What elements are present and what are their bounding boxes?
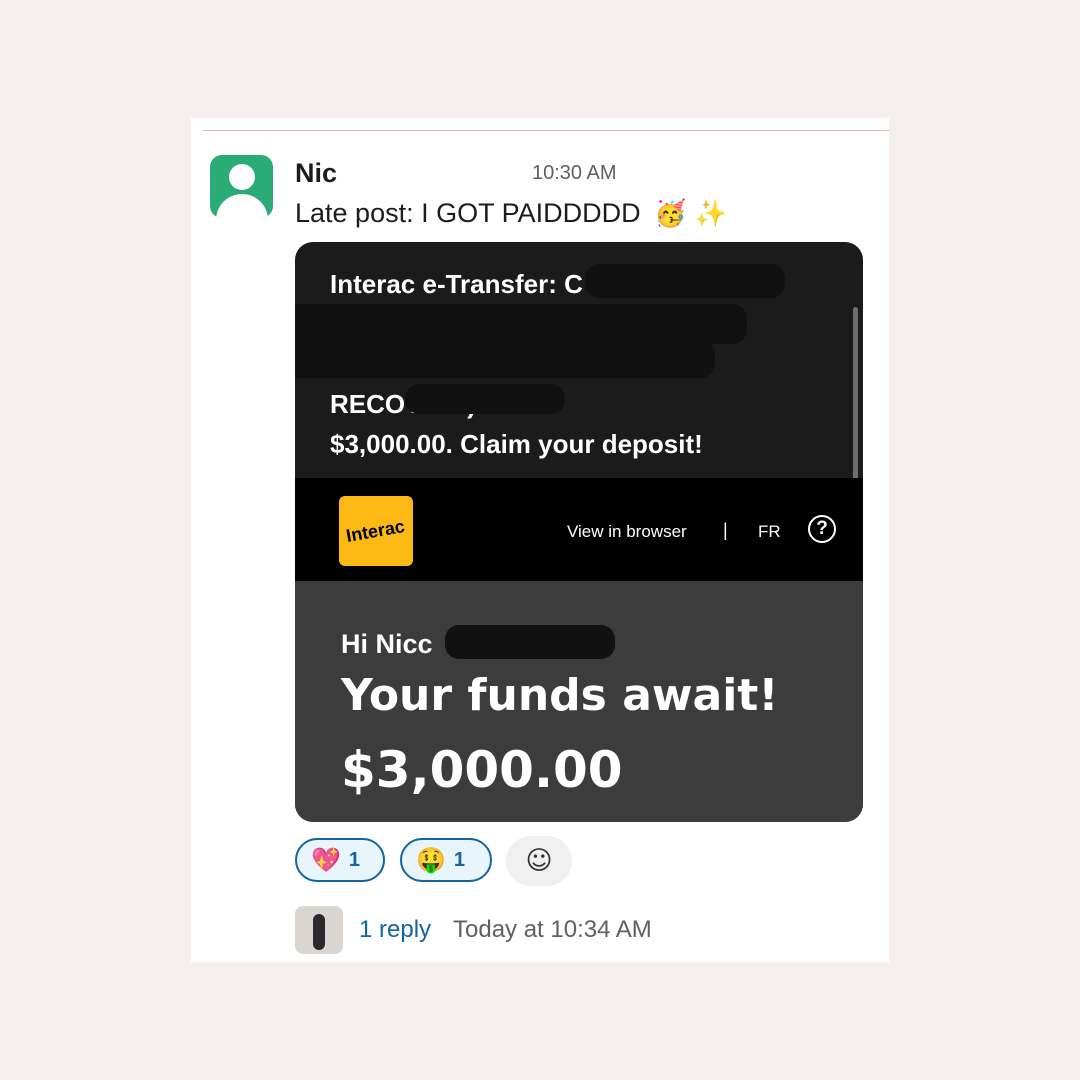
sender-name[interactable]: Nic [295, 158, 337, 189]
slack-message-card: Nic 10:30 AM Late post: I GOT PAIDDDDD 🥳… [191, 118, 889, 962]
add-reaction-button[interactable]: ☺ [506, 836, 572, 886]
language-fr-link[interactable]: FR [758, 522, 781, 542]
reply-avatar-figure [313, 914, 325, 950]
subject-line-4: RECOV DA) sent [330, 389, 537, 419]
headline: Your funds await! [341, 670, 779, 721]
subject-line-5: $3,000.00. Claim your deposit! [330, 429, 703, 459]
reaction-count: 1 [453, 848, 466, 871]
view-in-browser-link[interactable]: View in browser [567, 522, 687, 542]
reaction-count: 1 [348, 848, 361, 871]
redaction-scribble [295, 304, 747, 344]
message-body: Late post: I GOT PAIDDDDD [295, 198, 641, 228]
help-icon[interactable]: ? [808, 515, 836, 543]
post-timestamp[interactable]: 10:30 AM [532, 162, 617, 185]
sparkling-heart-icon: 💖 [311, 846, 341, 874]
greeting-redaction [445, 625, 615, 659]
redaction-scribble [585, 264, 785, 298]
user-avatar[interactable] [210, 155, 273, 218]
transfer-amount: $3,000.00 [341, 741, 623, 799]
email-screenshot-attachment[interactable]: Interac e-Transfer: C RECOV DA) sent $3,… [295, 242, 863, 822]
reply-count-link[interactable]: 1 reply [359, 916, 431, 944]
reply-avatar[interactable] [295, 906, 343, 954]
money-mouth-icon: 🤑 [416, 846, 446, 874]
interac-banner: Interac View in browser | FR ? [295, 478, 863, 581]
redaction-scribble [295, 340, 715, 378]
add-reaction-icon: ☺ [525, 846, 553, 876]
avatar-head-shape [229, 164, 255, 190]
separator: | [723, 520, 728, 540]
message-text: Late post: I GOT PAIDDDDD 🥳 ✨ [295, 198, 727, 229]
avatar-body-shape [216, 194, 268, 218]
message-emojis: 🥳 ✨ [654, 199, 728, 229]
name-redaction [361, 156, 511, 186]
interac-logo: Interac [339, 496, 413, 566]
email-body: Hi Nicc, Your funds await! $3,000.00 [295, 581, 863, 822]
interac-logo-text: Interac [345, 515, 407, 546]
new-message-divider [203, 130, 889, 131]
reaction-sparkling-heart[interactable]: 💖 1 [295, 838, 385, 882]
redaction-scribble [405, 384, 565, 414]
greeting-text: Hi Nicc [341, 629, 433, 659]
reaction-money-mouth[interactable]: 🤑 1 [400, 838, 492, 882]
reply-timestamp: Today at 10:34 AM [453, 916, 652, 943]
